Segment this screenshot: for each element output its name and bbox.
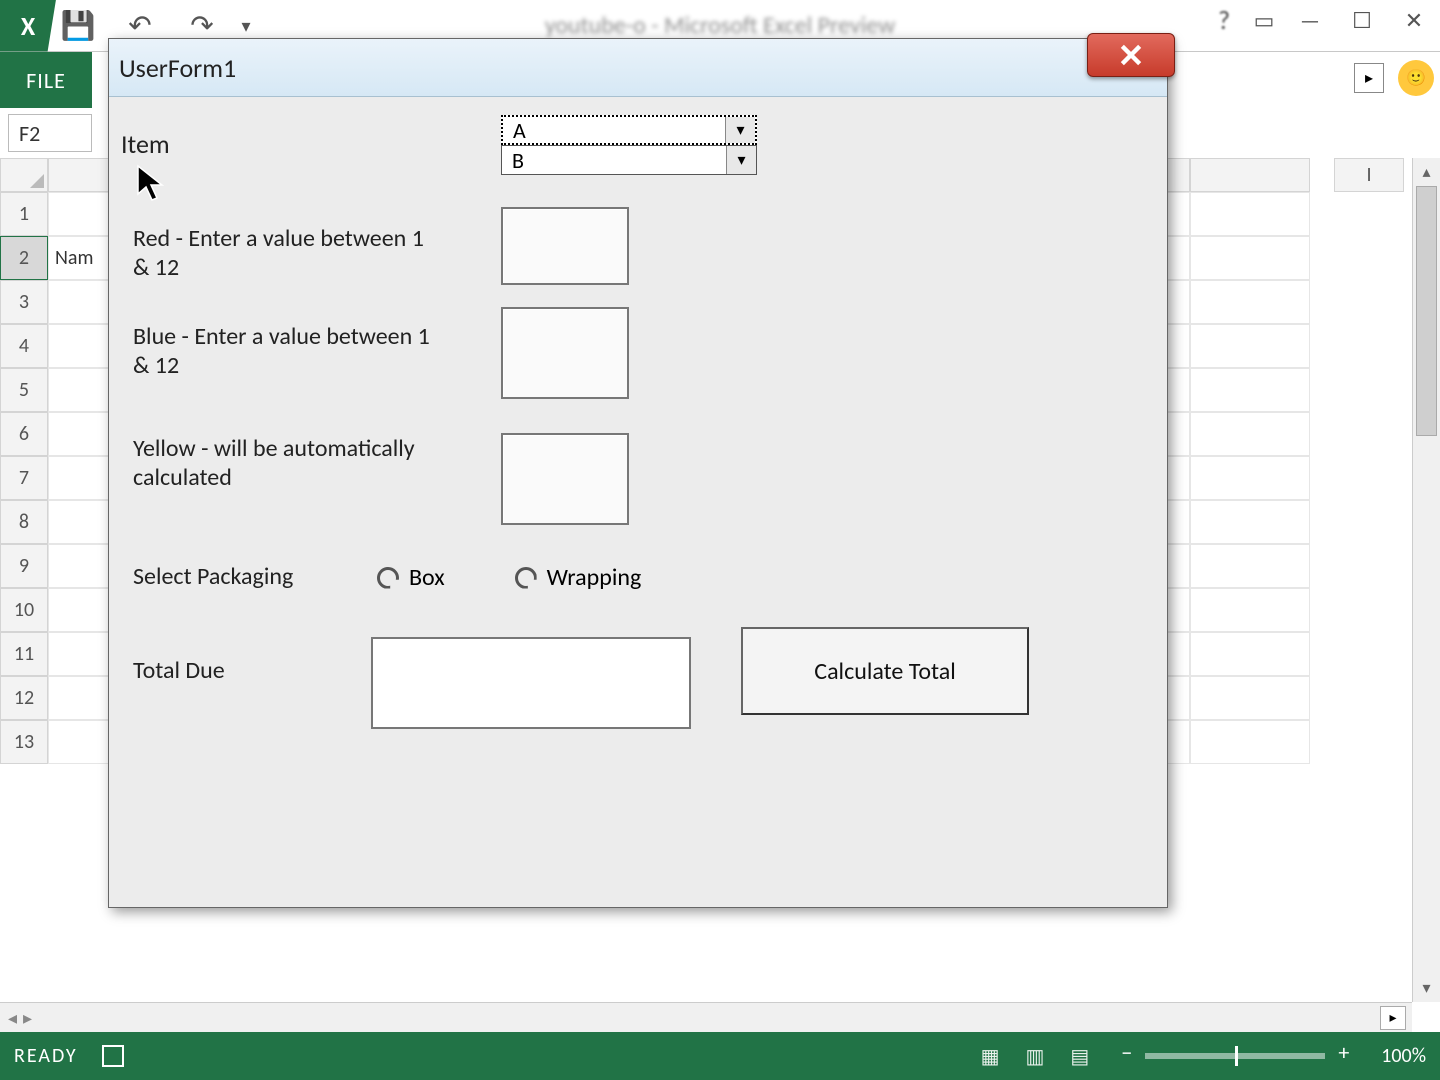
userform-title: UserForm1 — [119, 52, 236, 84]
combobox-item-b[interactable]: B ▾ — [501, 145, 757, 175]
combobox-value: B — [502, 146, 726, 174]
minimize-icon[interactable]: — — [1284, 0, 1336, 40]
cell-A2[interactable]: Nam — [48, 236, 110, 280]
row-header[interactable]: 5 — [0, 368, 48, 412]
row-header[interactable]: 10 — [0, 588, 48, 632]
zoom-out-icon[interactable]: − — [1121, 1039, 1132, 1066]
label-yellow: Yellow - will be automatically calculate… — [133, 435, 433, 493]
row-header[interactable]: 3 — [0, 280, 48, 324]
ribbon-display-icon[interactable]: ▭ — [1244, 0, 1284, 40]
col-header-I[interactable]: I — [1334, 158, 1404, 192]
file-tab[interactable]: FILE — [0, 52, 92, 108]
textbox-total-due[interactable] — [371, 637, 691, 729]
zoom-level[interactable]: 100% — [1381, 1044, 1426, 1068]
radio-wrapping-label: Wrapping — [547, 563, 642, 592]
radio-wrapping[interactable]: Wrapping — [515, 563, 642, 592]
scroll-up-icon[interactable]: ▴ — [1413, 158, 1440, 186]
radio-box[interactable]: Box — [377, 563, 445, 592]
chevron-down-icon[interactable]: ▾ — [726, 146, 756, 174]
radio-icon — [377, 567, 399, 589]
scroll-down-icon[interactable]: ▾ — [1413, 974, 1440, 1002]
userform-close-button[interactable] — [1087, 33, 1175, 77]
excel-glyph: X — [21, 10, 35, 42]
row-header[interactable]: 11 — [0, 632, 48, 676]
row-header[interactable]: 4 — [0, 324, 48, 368]
name-box[interactable]: F2 — [8, 114, 92, 152]
row-header[interactable]: 12 — [0, 676, 48, 720]
row-header[interactable]: 9 — [0, 544, 48, 588]
label-packaging: Select Packaging — [133, 563, 293, 592]
status-bar: READY ▦ ▥ ▤ − + 100% — [0, 1032, 1440, 1080]
textbox-yellow[interactable] — [501, 433, 629, 525]
label-blue: Blue - Enter a value between 1 & 12 — [133, 323, 433, 381]
chevron-down-icon[interactable]: ▾ — [725, 117, 755, 143]
label-red: Red - Enter a value between 1 & 12 — [133, 225, 433, 283]
excel-app-icon: X — [0, 0, 56, 52]
textbox-blue[interactable] — [501, 307, 629, 399]
close-icon — [1118, 42, 1144, 68]
label-total-due: Total Due — [133, 657, 225, 686]
feedback-smiley-icon[interactable]: 🙂 — [1398, 60, 1434, 96]
row-header[interactable]: 13 — [0, 720, 48, 764]
macro-record-icon[interactable] — [102, 1045, 124, 1067]
maximize-icon[interactable]: ☐ — [1336, 0, 1388, 40]
userform-dialog: UserForm1 Item A ▾ B ▾ Red - Enter a val… — [108, 38, 1168, 908]
textbox-red[interactable] — [501, 207, 629, 285]
window-title: youtube-o - Microsoft Excel Preview — [545, 11, 896, 40]
row-header[interactable]: 7 — [0, 456, 48, 500]
sheet-nav-next-icon[interactable]: ▸ — [23, 1007, 32, 1029]
radio-box-label: Box — [409, 563, 445, 592]
combobox-item-a[interactable]: A ▾ — [501, 115, 757, 145]
scroll-thumb[interactable] — [1416, 186, 1437, 436]
view-page-layout-icon[interactable]: ▥ — [1025, 1044, 1044, 1069]
userform-titlebar[interactable]: UserForm1 — [109, 39, 1167, 97]
select-all-corner[interactable] — [0, 158, 48, 192]
row-header[interactable]: 6 — [0, 412, 48, 456]
radio-icon — [515, 567, 537, 589]
view-normal-icon[interactable]: ▦ — [981, 1044, 1000, 1069]
row-header[interactable]: 2 — [0, 236, 48, 280]
row-header[interactable]: 8 — [0, 500, 48, 544]
label-item: Item — [121, 129, 170, 160]
help-icon[interactable]: ? — [1204, 0, 1244, 40]
calculate-total-button[interactable]: Calculate Total — [741, 627, 1029, 715]
combobox-value: A — [503, 117, 725, 143]
zoom-slider[interactable]: − + — [1145, 1053, 1325, 1059]
zoom-in-icon[interactable]: + — [1338, 1039, 1349, 1066]
sheet-tab-bar: ◂ ▸ ▸ — [0, 1002, 1412, 1032]
ribbon-collapse-icon[interactable]: ▸ — [1354, 63, 1384, 93]
close-icon[interactable]: ✕ — [1388, 0, 1440, 40]
cell[interactable] — [48, 192, 110, 236]
status-ready: READY — [14, 1044, 78, 1068]
save-icon[interactable]: 💾 — [56, 4, 100, 48]
vertical-scrollbar[interactable]: ▴ ▾ — [1412, 158, 1440, 1002]
view-page-break-icon[interactable]: ▤ — [1070, 1044, 1089, 1069]
sheet-nav-prev-icon[interactable]: ◂ — [8, 1007, 17, 1029]
scroll-right-icon[interactable]: ▸ — [1380, 1006, 1406, 1030]
col-header[interactable] — [48, 158, 110, 192]
row-header[interactable]: 1 — [0, 192, 48, 236]
